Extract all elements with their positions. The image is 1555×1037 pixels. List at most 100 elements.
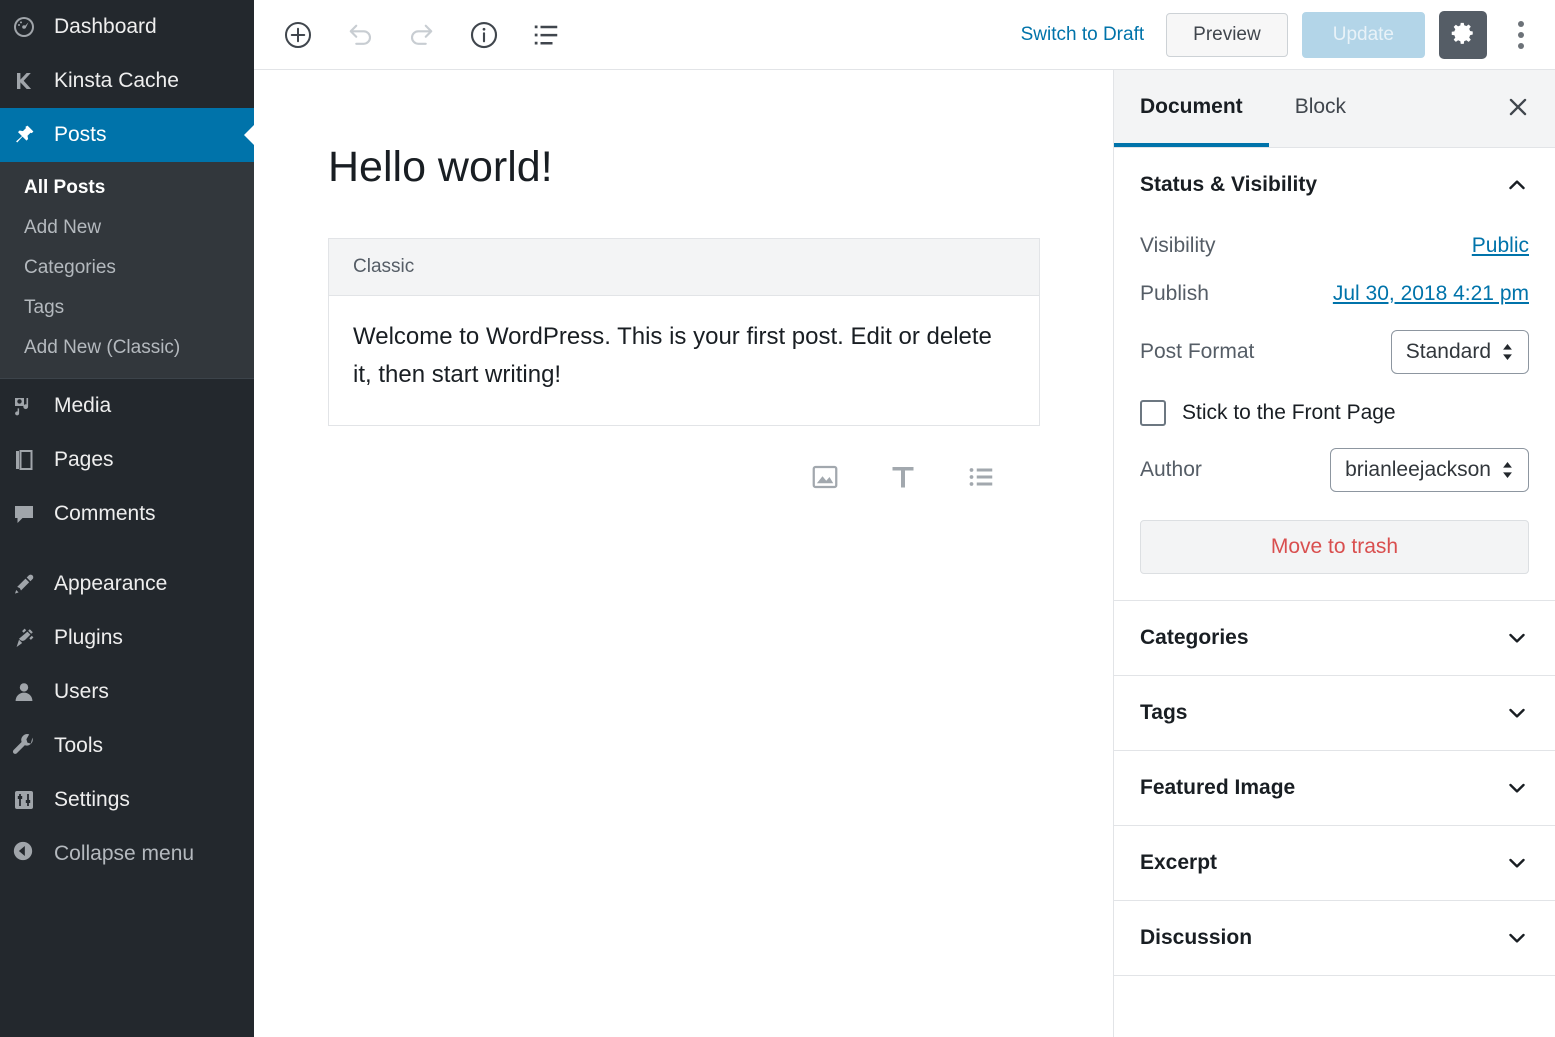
panel-tags-header[interactable]: Tags — [1114, 676, 1555, 750]
post-format-row: Post Format Standard — [1140, 318, 1529, 386]
sidebar-item-tools[interactable]: Tools — [0, 719, 254, 773]
sidebar-item-pages[interactable]: Pages — [0, 433, 254, 487]
sidebar-item-label: Pages — [48, 448, 114, 472]
update-button[interactable]: Update — [1302, 12, 1425, 58]
panel-status-visibility: Status & Visibility Visibility Public Pu… — [1114, 148, 1555, 601]
menu-group-gap — [0, 541, 254, 557]
post-format-select[interactable]: Standard — [1391, 330, 1529, 374]
switch-to-draft-button[interactable]: Switch to Draft — [1013, 18, 1153, 52]
media-icon — [12, 394, 48, 418]
kebab-dot-icon — [1518, 21, 1524, 27]
panel-excerpt-header[interactable]: Excerpt — [1114, 826, 1555, 900]
sidebar-item-label: Posts — [48, 123, 107, 147]
tab-block[interactable]: Block — [1269, 70, 1372, 147]
kebab-dot-icon — [1518, 43, 1524, 49]
sidebar-item-plugins[interactable]: Plugins — [0, 611, 254, 665]
submenu-item-add-new[interactable]: Add New — [0, 208, 254, 248]
sidebar-item-label: Kinsta Cache — [48, 69, 179, 93]
settings-sidebar: Document Block Status & Visibility — [1113, 70, 1555, 1037]
chevron-down-icon — [1505, 701, 1529, 725]
chevron-updown-icon — [1501, 343, 1514, 361]
submenu-item-categories[interactable]: Categories — [0, 248, 254, 288]
panel-featured-image-header[interactable]: Featured Image — [1114, 751, 1555, 825]
author-label: Author — [1140, 458, 1202, 482]
sidebar-item-label: Settings — [48, 788, 130, 812]
sidebar-item-label: Plugins — [48, 626, 123, 650]
sidebar-item-label: Dashboard — [48, 15, 157, 39]
publish-row: Publish Jul 30, 2018 4:21 pm — [1140, 270, 1529, 318]
list-block-icon[interactable] — [966, 462, 996, 497]
submenu-item-all-posts[interactable]: All Posts — [0, 168, 254, 208]
author-select[interactable]: brianleejackson — [1330, 448, 1529, 492]
panel-title: Discussion — [1140, 926, 1252, 950]
panel-categories: Categories — [1114, 601, 1555, 676]
paragraph-block-icon[interactable] — [888, 462, 918, 497]
settings-gear-button[interactable] — [1439, 11, 1487, 59]
dashboard-icon — [12, 15, 48, 39]
visibility-value-button[interactable]: Public — [1472, 234, 1529, 258]
wrench-icon — [12, 734, 48, 758]
sidebar-item-comments[interactable]: Comments — [0, 487, 254, 541]
toolbar-left-group — [276, 13, 568, 57]
kinsta-k-icon — [12, 69, 48, 93]
panel-discussion-header[interactable]: Discussion — [1114, 901, 1555, 975]
sidebar-item-users[interactable]: Users — [0, 665, 254, 719]
add-block-icon[interactable] — [276, 13, 320, 57]
sidebar-item-posts[interactable]: Posts — [0, 108, 254, 162]
collapse-left-icon — [12, 840, 48, 868]
sticky-row: Stick to the Front Page — [1140, 386, 1529, 436]
panel-categories-header[interactable]: Categories — [1114, 601, 1555, 675]
close-settings-button[interactable] — [1481, 70, 1555, 147]
sidebar-item-kinsta-cache[interactable]: Kinsta Cache — [0, 54, 254, 108]
paintbrush-icon — [12, 572, 48, 596]
info-icon[interactable] — [462, 13, 506, 57]
panel-excerpt: Excerpt — [1114, 826, 1555, 901]
chevron-down-icon — [1505, 626, 1529, 650]
post-format-value: Standard — [1406, 340, 1491, 364]
block-navigation-icon[interactable] — [524, 13, 568, 57]
settings-tabs: Document Block — [1114, 70, 1555, 148]
chevron-down-icon — [1505, 851, 1529, 875]
sidebar-item-media[interactable]: Media — [0, 379, 254, 433]
sticky-checkbox[interactable] — [1140, 400, 1166, 426]
posts-submenu: All Posts Add New Categories Tags Add Ne… — [0, 162, 254, 378]
post-title[interactable]: Hello world! — [328, 142, 1040, 238]
visibility-row: Visibility Public — [1140, 222, 1529, 270]
chevron-down-icon — [1505, 926, 1529, 950]
submenu-item-add-new-classic[interactable]: Add New (Classic) — [0, 328, 254, 368]
sidebar-item-label: Appearance — [48, 572, 167, 596]
gear-icon — [1450, 20, 1476, 49]
sidebar-item-dashboard[interactable]: Dashboard — [0, 0, 254, 54]
close-icon — [1505, 94, 1531, 123]
preview-button[interactable]: Preview — [1166, 13, 1288, 57]
redo-icon[interactable] — [400, 13, 444, 57]
sidebar-item-appearance[interactable]: Appearance — [0, 557, 254, 611]
publish-date-button[interactable]: Jul 30, 2018 4:21 pm — [1333, 282, 1529, 306]
panel-title: Featured Image — [1140, 776, 1295, 800]
image-block-icon[interactable] — [810, 462, 840, 497]
more-menu-button[interactable] — [1501, 13, 1541, 57]
submenu-item-tags[interactable]: Tags — [0, 288, 254, 328]
pages-icon — [12, 448, 48, 472]
sidebar-item-label: Tools — [48, 734, 103, 758]
collapse-menu-button[interactable]: Collapse menu — [0, 827, 254, 881]
chevron-up-icon — [1505, 173, 1529, 197]
publish-label: Publish — [1140, 282, 1209, 306]
visibility-label: Visibility — [1140, 234, 1215, 258]
toolbar-right-group: Switch to Draft Preview Update — [1013, 11, 1541, 59]
undo-icon[interactable] — [338, 13, 382, 57]
panel-status-visibility-header[interactable]: Status & Visibility — [1114, 148, 1555, 222]
classic-block[interactable]: Classic Welcome to WordPress. This is yo… — [328, 238, 1040, 427]
panel-tags: Tags — [1114, 676, 1555, 751]
editor-body: Hello world! Classic Welcome to WordPres… — [254, 70, 1555, 1037]
chevron-down-icon — [1505, 776, 1529, 800]
tab-document[interactable]: Document — [1114, 70, 1269, 147]
comments-icon — [12, 502, 48, 526]
sidebar-item-settings[interactable]: Settings — [0, 773, 254, 827]
classic-block-content[interactable]: Welcome to WordPress. This is your first… — [329, 296, 1039, 426]
move-to-trash-button[interactable]: Move to trash — [1140, 520, 1529, 574]
editor-main: Switch to Draft Preview Update — [254, 0, 1555, 1037]
editor-canvas[interactable]: Hello world! Classic Welcome to WordPres… — [254, 70, 1113, 1037]
settings-sliders-icon — [12, 788, 48, 812]
plug-icon — [12, 626, 48, 650]
